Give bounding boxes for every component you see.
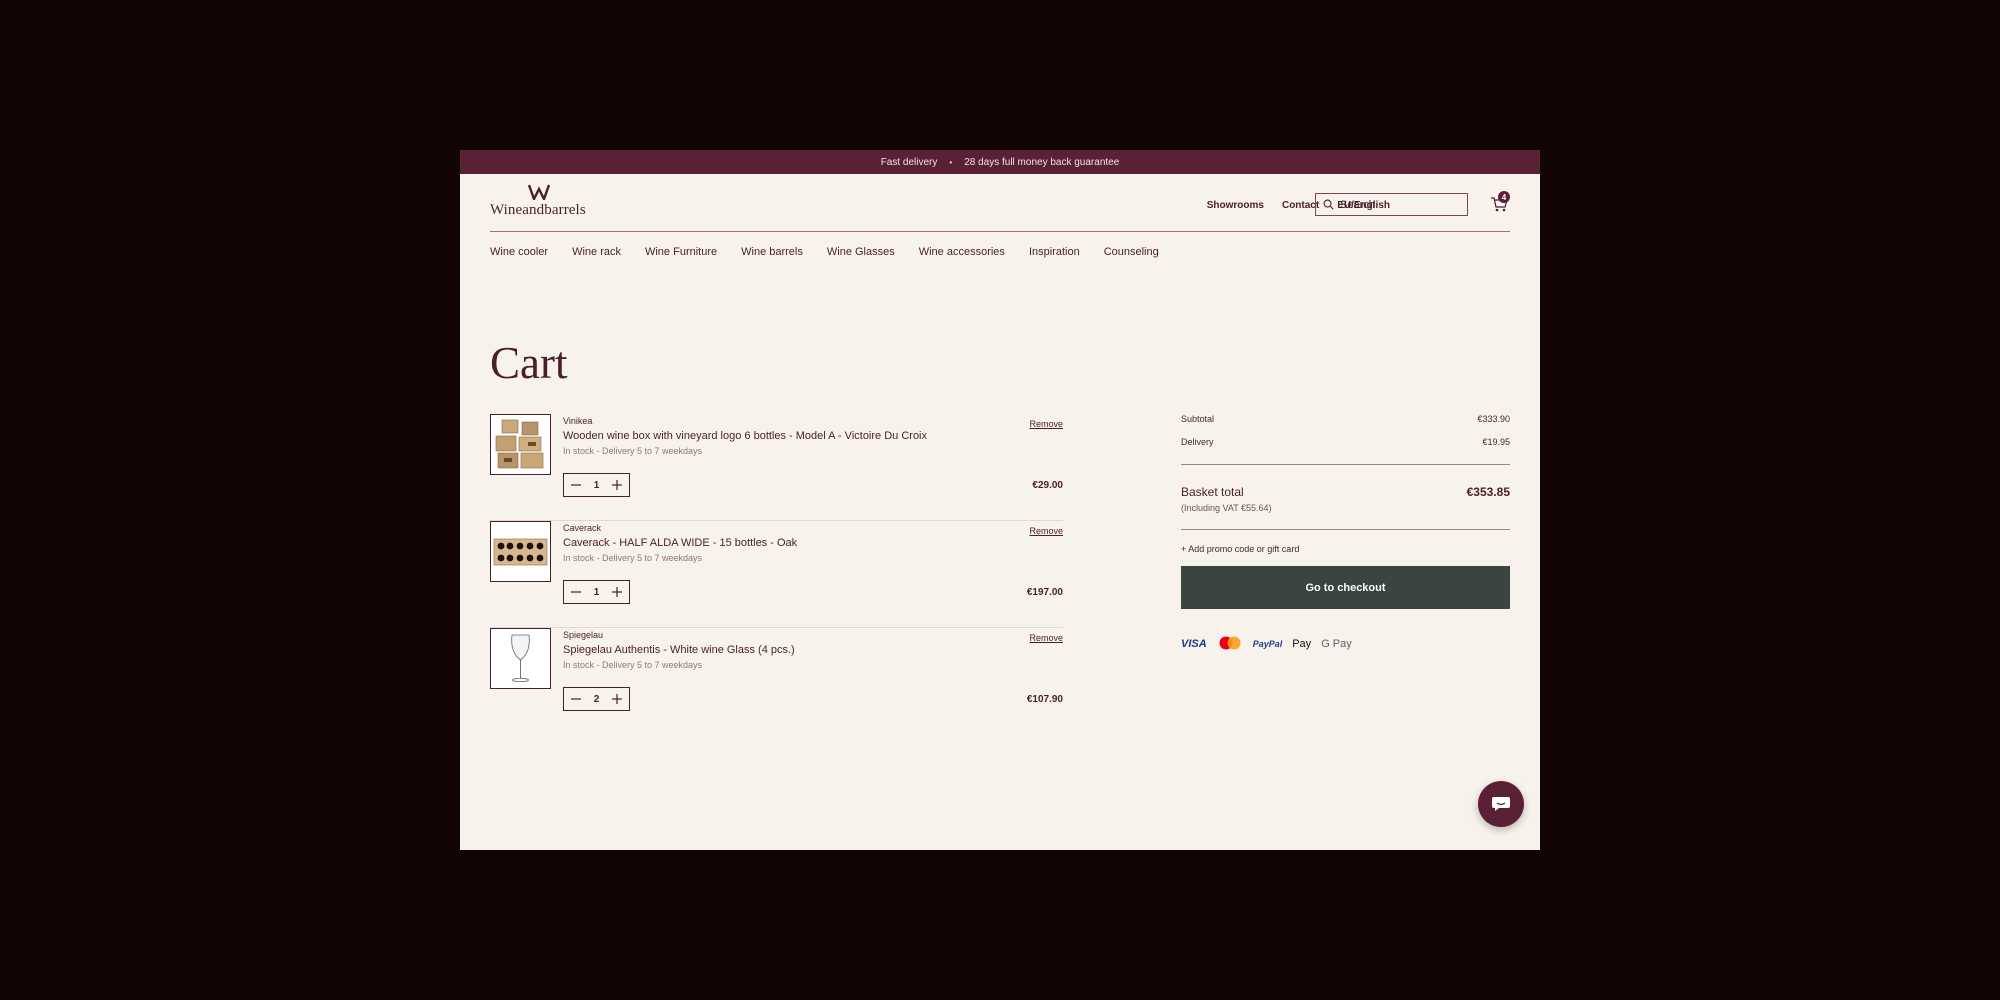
remove-link[interactable]: Remove [1029,419,1063,429]
cart-item: Vinikea Wooden wine box with vineyard lo… [490,414,1063,521]
browser-window: Fast delivery • 28 days full money back … [460,150,1540,850]
subtotal-label: Subtotal [1181,414,1215,424]
minus-icon[interactable] [570,479,582,491]
chat-button[interactable] [1478,781,1524,827]
mastercard-icon [1219,636,1241,650]
total-row: Basket total €353.85 [1181,485,1510,499]
stock-status: In stock - Delivery 5 to 7 weekdays [563,660,703,670]
paypal-icon: PayPal [1252,639,1283,649]
delivery-row: Delivery €19.95 [1181,437,1510,460]
stock-status: In stock - Delivery 5 to 7 weekdays [563,446,703,456]
announcement-bar: Fast delivery • 28 days full money back … [460,150,1540,174]
minus-icon[interactable] [570,693,582,705]
product-name[interactable]: Spiegelau Authentis - White wine Glass (… [563,644,795,656]
remove-link[interactable]: Remove [1029,633,1063,643]
quantity-stepper: 1 [563,580,630,604]
plus-icon[interactable] [611,693,623,705]
cart-item: Spiegelau Spiegelau Authentis - White wi… [490,628,1063,735]
search-placeholder: Search [1340,198,1375,211]
nav-wine-accessories[interactable]: Wine accessories [919,246,1005,258]
cart-count-badge: 4 [1498,191,1510,203]
site-logo[interactable]: Wineandbarrels [490,184,610,220]
nav-inspiration[interactable]: Inspiration [1029,246,1080,258]
product-brand: Vinikea [563,416,593,426]
page-title: Cart [490,338,568,388]
main-nav: Wine cooler Wine rack Wine Furniture Win… [490,232,1510,272]
showrooms-link[interactable]: Showrooms [1207,200,1264,211]
nav-wine-rack[interactable]: Wine rack [572,246,621,258]
product-image[interactable] [490,628,551,689]
cart-items: Vinikea Wooden wine box with vineyard lo… [490,414,1063,735]
order-summary: Subtotal €333.90 Delivery €19.95 Basket … [1181,414,1510,653]
quantity-stepper: 1 [563,473,630,497]
subtotal-value: €333.90 [1477,414,1510,424]
chat-bubble-icon [1492,797,1510,811]
cart-item: Caverack Caverack - HALF ALDA WIDE - 15 … [490,521,1063,628]
summary-divider [1181,529,1510,530]
vat-note: (Including VAT €55.64) [1181,503,1272,513]
quantity-value[interactable]: 2 [594,694,600,705]
announcement-guarantee: 28 days full money back guarantee [964,156,1120,168]
announcement-separator: • [949,157,953,167]
product-image[interactable] [490,521,551,582]
nav-wine-cooler[interactable]: Wine cooler [490,246,548,258]
item-price: €107.90 [1026,694,1063,705]
plus-icon[interactable] [611,586,623,598]
site-header: Wineandbarrels Showrooms Contact EU/Engl… [490,174,1510,232]
wine-rack-image-icon [493,538,548,566]
product-image[interactable] [490,414,551,475]
product-brand: Spiegelau [563,630,604,640]
google-pay-icon: G Pay [1321,638,1352,650]
product-name[interactable]: Caverack - HALF ALDA WIDE - 15 bottles -… [563,537,797,549]
delivery-value: €19.95 [1482,437,1510,447]
wine-glass-image-icon [511,634,530,683]
wine-box-image-icon [495,419,544,469]
search-icon [1323,199,1334,210]
nav-wine-glasses[interactable]: Wine Glasses [827,246,895,258]
nav-counseling[interactable]: Counseling [1104,246,1159,258]
stock-status: In stock - Delivery 5 to 7 weekdays [563,553,703,563]
quantity-value[interactable]: 1 [594,587,600,598]
nav-wine-furniture[interactable]: Wine Furniture [645,246,717,258]
logo-mark-icon [528,184,550,200]
visa-icon: VISA [1181,638,1207,650]
basket-total-value: €353.85 [1466,485,1510,499]
contact-link[interactable]: Contact [1282,200,1319,211]
plus-icon[interactable] [611,479,623,491]
search-input[interactable]: Search [1315,193,1468,216]
promo-code-link[interactable]: + Add promo code or gift card [1181,544,1510,554]
product-brand: Caverack [563,523,602,533]
summary-divider [1181,464,1510,465]
quantity-stepper: 2 [563,687,630,711]
item-price: €29.00 [1032,480,1063,491]
logo-text: Wineandbarrels [490,202,586,218]
apple-pay-icon: Pay [1292,638,1312,650]
checkout-button[interactable]: Go to checkout [1181,566,1510,609]
minus-icon[interactable] [570,586,582,598]
announcement-delivery: Fast delivery [880,156,938,168]
delivery-label: Delivery [1181,437,1214,447]
basket-total-label: Basket total [1181,485,1244,499]
item-price: €197.00 [1026,587,1063,598]
subtotal-row: Subtotal €333.90 [1181,414,1510,437]
product-name[interactable]: Wooden wine box with vineyard logo 6 bot… [563,430,927,442]
payment-methods: VISA PayPal Pay G Pay [1181,635,1510,653]
remove-link[interactable]: Remove [1029,526,1063,536]
quantity-value[interactable]: 1 [594,480,600,491]
nav-wine-barrels[interactable]: Wine barrels [741,246,803,258]
